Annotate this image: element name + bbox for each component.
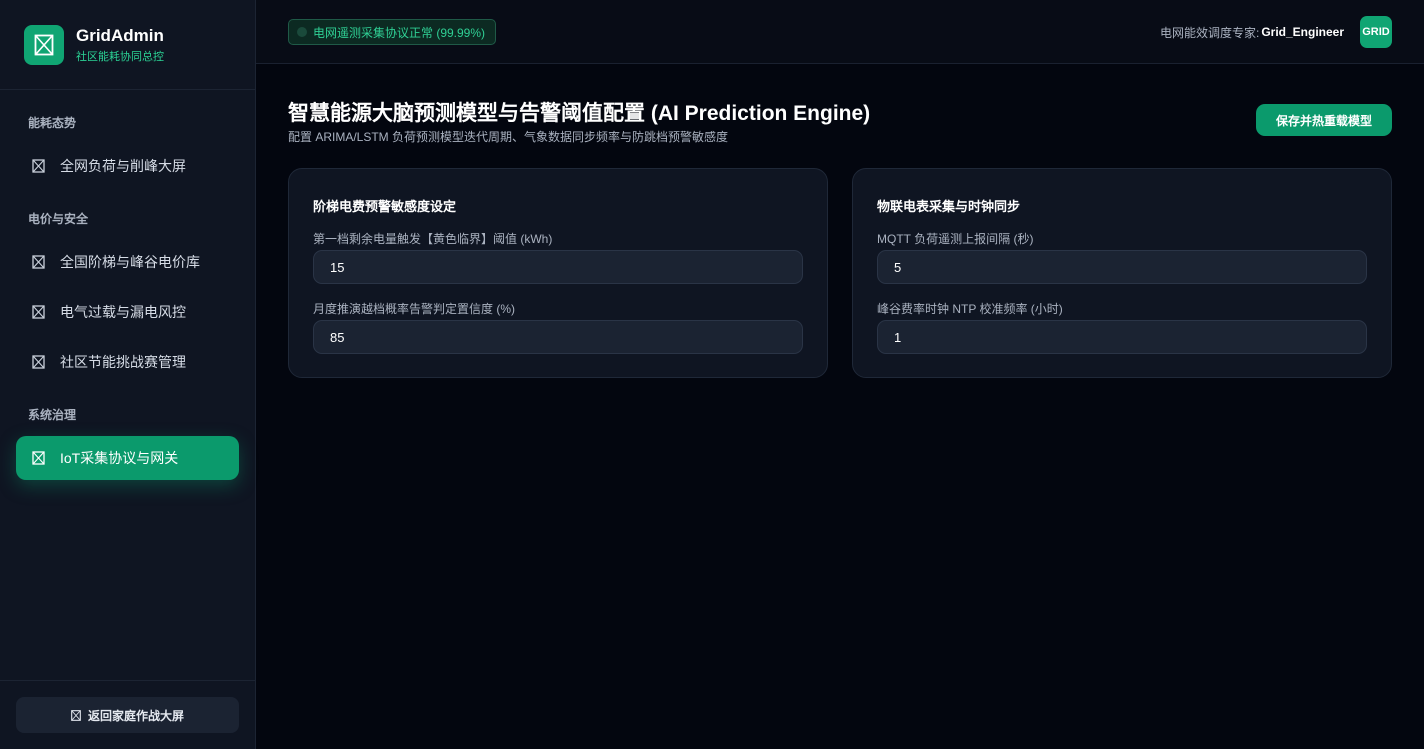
save-reload-button[interactable]: 保存并热重载模型	[1256, 104, 1392, 136]
placeholder-icon	[71, 709, 82, 721]
field-label: 第一档剩余电量触发【黄色临界】阈值 (kWh)	[313, 232, 553, 246]
page-subtitle: 配置 ARIMA/LSTM 负荷预测模型迭代周期、气象数据同步频率与防跳档预警敏…	[288, 130, 729, 144]
mqtt-interval-input[interactable]	[877, 250, 1367, 284]
iot-sync-card: 物联电表采集与时钟同步 MQTT 负荷遥测上报间隔 (秒) 峰谷费率时钟 NTP…	[852, 168, 1392, 378]
sidebar-item-label: 电气过载与漏电风控	[60, 304, 186, 320]
top-bar: 电网遥测采集协议正常 (99.99%) 电网能效调度专家: Grid_Engin…	[256, 0, 1424, 64]
tariff-alert-card: 阶梯电费预警敏感度设定 第一档剩余电量触发【黄色临界】阈值 (kWh) 月度推演…	[288, 168, 828, 378]
user-name: Grid_Engineer	[1261, 25, 1344, 39]
field-label: 峰谷费率时钟 NTP 校准频率 (小时)	[877, 302, 1063, 316]
sidebar-item-label: 社区节能挑战赛管理	[60, 354, 186, 370]
sidebar-item-label: 全网负荷与削峰大屏	[60, 158, 186, 174]
field-label: 月度推演越档概率告警判定置信度 (%)	[313, 302, 515, 316]
brand: GridAdmin 社区能耗协同总控	[0, 0, 255, 90]
back-button-label: 返回家庭作战大屏	[87, 708, 184, 723]
user-role-label: 电网能效调度专家:	[1159, 25, 1260, 40]
status-badge: 电网遥测采集协议正常 (99.99%)	[288, 19, 497, 45]
status-text: 电网遥测采集协议正常 (99.99%)	[313, 25, 486, 40]
sidebar: GridAdmin 社区能耗协同总控 能耗态势 全网负荷与削峰大屏 电价与安全 …	[0, 0, 256, 749]
card-title: 物联电表采集与时钟同步	[877, 199, 1021, 214]
brand-subtitle: 社区能耗协同总控	[76, 50, 164, 63]
back-to-home-button[interactable]: 返回家庭作战大屏	[16, 697, 239, 733]
status-dot-icon	[297, 27, 307, 37]
brand-name: GridAdmin	[76, 25, 164, 45]
avatar[interactable]: GRID	[1360, 16, 1392, 48]
sidebar-item-tariff-library[interactable]: 全国阶梯与峰谷电价库	[16, 240, 239, 284]
sidebar-item-label: 全国阶梯与峰谷电价库	[60, 254, 200, 270]
placeholder-icon	[32, 255, 46, 269]
nav-group-title: 电价与安全	[28, 212, 89, 226]
yellow-threshold-input[interactable]	[313, 250, 803, 284]
brand-logo-icon	[24, 24, 64, 65]
placeholder-icon	[32, 159, 46, 173]
ntp-frequency-input[interactable]	[877, 320, 1367, 354]
placeholder-icon	[32, 355, 46, 369]
page-title: 智慧能源大脑预测模型与告警阈值配置 (AI Prediction Engine)	[288, 102, 871, 125]
placeholder-icon	[32, 305, 46, 319]
sidebar-item-iot-gateway[interactable]: IoT采集协议与网关	[16, 436, 239, 480]
confidence-input[interactable]	[313, 320, 803, 354]
sidebar-item-challenge[interactable]: 社区节能挑战赛管理	[16, 340, 239, 384]
placeholder-icon	[32, 451, 46, 465]
field-label: MQTT 负荷遥测上报间隔 (秒)	[877, 232, 1034, 246]
nav-group-title: 系统治理	[28, 408, 77, 422]
sidebar-item-label: IoT采集协议与网关	[60, 450, 179, 466]
card-title: 阶梯电费预警敏感度设定	[313, 199, 457, 214]
sidebar-footer: 返回家庭作战大屏	[0, 680, 255, 749]
user-area: 电网能效调度专家: Grid_Engineer GRID	[1160, 16, 1392, 48]
sidebar-item-load-dashboard[interactable]: 全网负荷与削峰大屏	[16, 144, 239, 188]
sidebar-item-risk-control[interactable]: 电气过载与漏电风控	[16, 290, 239, 334]
nav-group-title: 能耗态势	[28, 116, 77, 130]
